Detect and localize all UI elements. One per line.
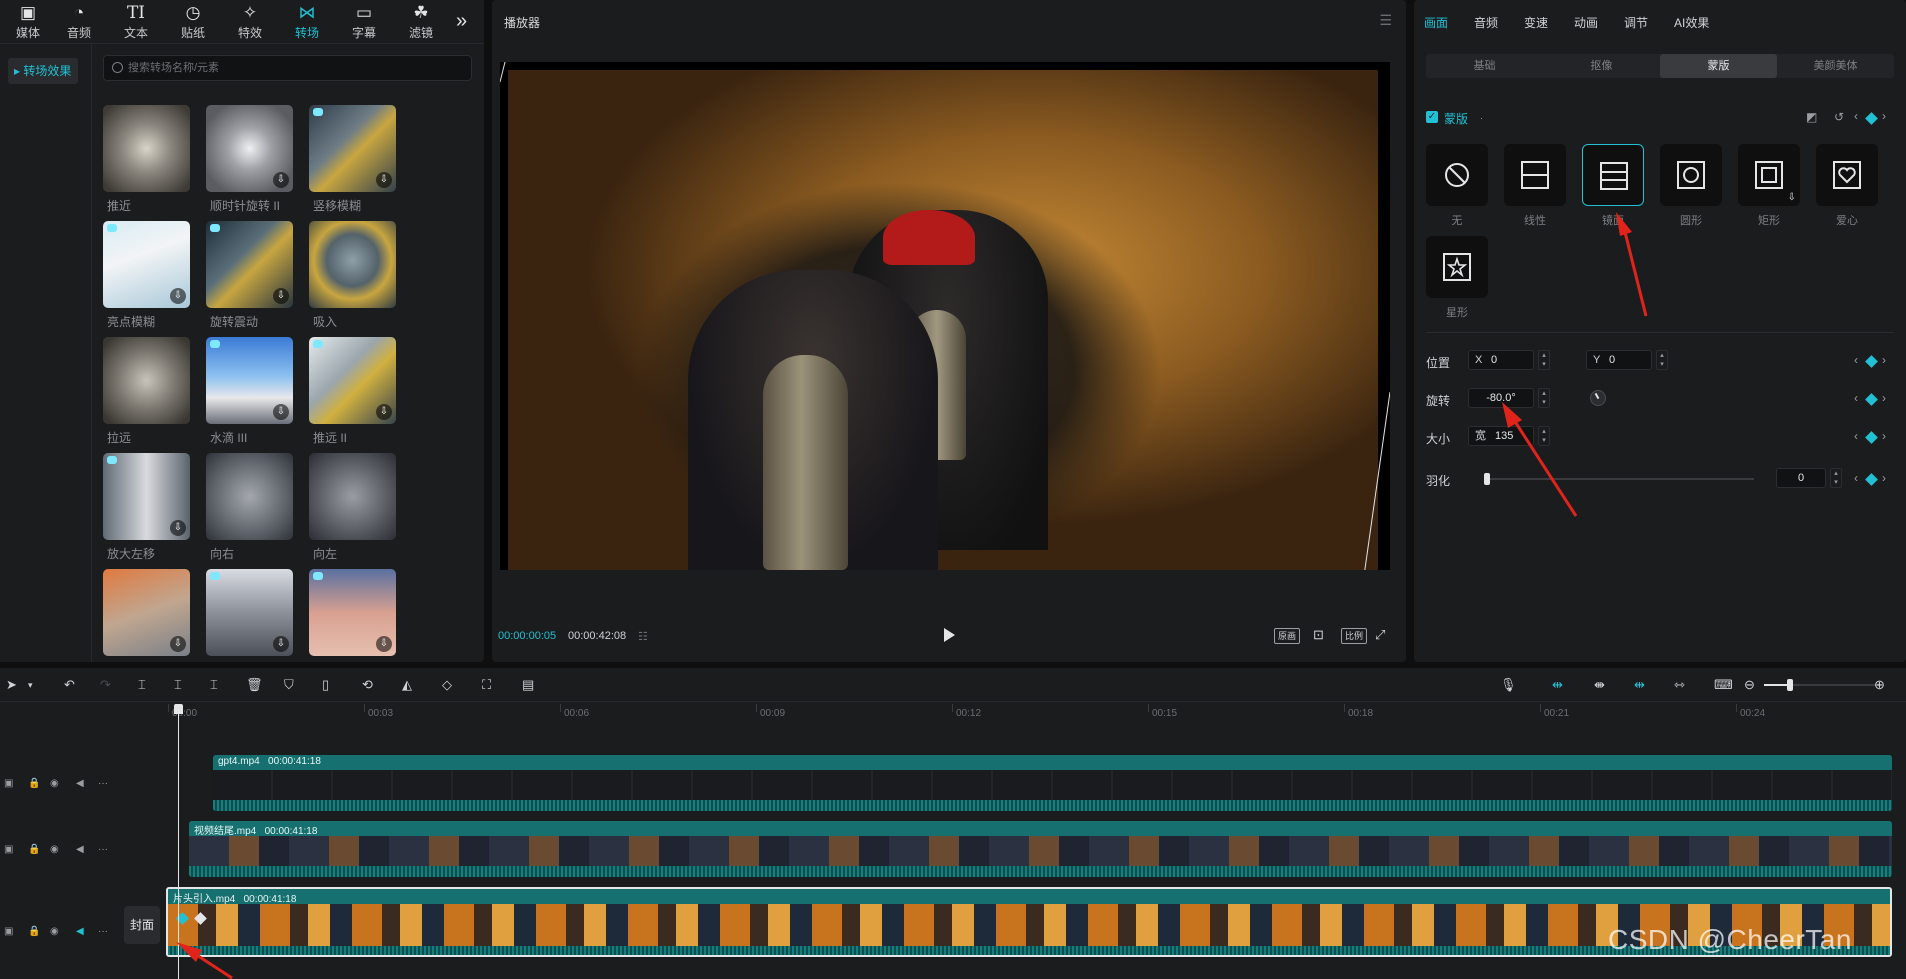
annotation-arrows (176, 212, 1648, 979)
editor-window: ▣ 媒体 ◔ 音频 TI 文本 ◷ 贴纸 ✧ 特效 ⋈ 转场 ▭ 字幕 ☘ 滤镜… (0, 0, 1906, 979)
watermark: CSDN @CheerTan (1608, 924, 1852, 955)
